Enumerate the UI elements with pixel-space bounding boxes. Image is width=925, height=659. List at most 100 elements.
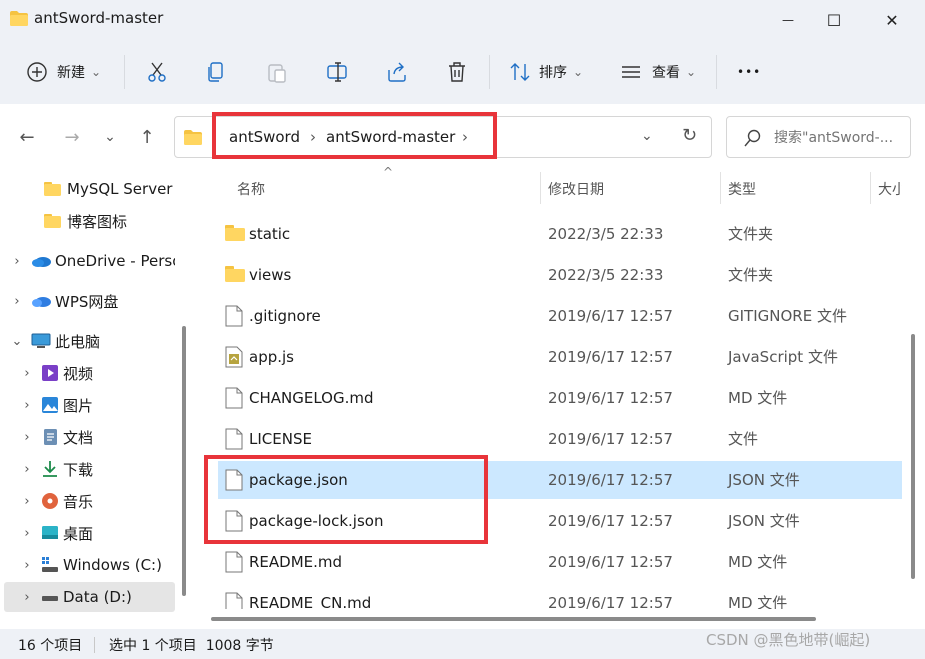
sidebar-item-windows-c[interactable]: › Windows (C:) bbox=[19, 552, 162, 578]
more-options-button[interactable]: ••• bbox=[737, 52, 761, 92]
file-name: static bbox=[249, 225, 291, 243]
chevron-right-icon[interactable]: › bbox=[19, 462, 35, 477]
file-row-static[interactable]: static 2022/3/5 22:33 文件夹 bbox=[218, 215, 902, 253]
file-type: MD 文件 bbox=[728, 389, 788, 407]
js-file-icon bbox=[225, 346, 243, 368]
back-button[interactable]: ← bbox=[12, 122, 42, 152]
cut-button[interactable] bbox=[146, 52, 168, 92]
chevron-right-icon[interactable]: › bbox=[9, 254, 25, 269]
sidebar-item-wps[interactable]: › WPS网盘 bbox=[9, 288, 118, 314]
column-header-size[interactable]: 大小 bbox=[878, 179, 902, 199]
breadcrumb-separator[interactable]: › bbox=[462, 128, 468, 146]
file-row-gitignore[interactable]: .gitignore 2019/6/17 12:57 GITIGNORE 文件 bbox=[218, 297, 902, 335]
file-row-readme[interactable]: README.md 2019/6/17 12:57 MD 文件 bbox=[218, 543, 902, 581]
sidebar-item-pictures[interactable]: › 图片 bbox=[19, 392, 93, 418]
chevron-right-icon[interactable]: › bbox=[19, 366, 35, 381]
chevron-right-icon[interactable]: › bbox=[19, 398, 35, 413]
sidebar-item-blog-icons[interactable]: 博客图标 bbox=[44, 208, 127, 234]
sidebar-item-mysql-server[interactable]: MySQL Server bbox=[44, 176, 172, 202]
divider bbox=[94, 637, 95, 653]
sidebar-item-this-pc[interactable]: ⌄ 此电脑 bbox=[9, 328, 100, 354]
breadcrumb-separator[interactable]: › bbox=[310, 128, 316, 146]
sidebar-scrollbar[interactable] bbox=[182, 326, 186, 596]
navigation-pane: MySQL Server 博客图标 › OneDrive - Perso › W… bbox=[0, 170, 190, 629]
download-icon bbox=[43, 461, 57, 477]
file-row-readme-cn[interactable]: README_CN.md 2019/6/17 12:57 MD 文件 bbox=[218, 584, 902, 609]
highlight-box bbox=[204, 455, 488, 544]
file-type: JSON 文件 bbox=[728, 471, 800, 489]
sidebar-item-label: 此电脑 bbox=[55, 332, 101, 351]
onedrive-cloud-icon bbox=[32, 257, 51, 267]
folder-icon bbox=[44, 214, 61, 228]
search-input[interactable] bbox=[774, 126, 906, 150]
divider bbox=[489, 55, 490, 89]
paste-button[interactable] bbox=[266, 52, 288, 92]
chevron-down-icon[interactable]: ⌄ bbox=[9, 334, 25, 349]
sort-label: 排序 bbox=[539, 65, 567, 81]
view-list-icon bbox=[622, 66, 640, 78]
sidebar-item-downloads[interactable]: › 下载 bbox=[19, 456, 93, 482]
sidebar-item-data-d[interactable]: › Data (D:) bbox=[19, 584, 132, 610]
file-row-changelog[interactable]: CHANGELOG.md 2019/6/17 12:57 MD 文件 bbox=[218, 379, 902, 417]
sidebar-item-videos[interactable]: › 视频 bbox=[19, 360, 93, 386]
chevron-down-icon: ⌄ bbox=[91, 65, 102, 79]
status-bar: 16 个项目 选中 1 个项目 1008 字节 CSDN @黑色地带(崛起) bbox=[0, 629, 925, 659]
folder-icon bbox=[225, 266, 245, 282]
address-history-dropdown[interactable]: ⌄ bbox=[641, 128, 653, 144]
new-button[interactable]: 新建 ⌄ bbox=[26, 52, 101, 92]
file-row-views[interactable]: views 2022/3/5 22:33 文件夹 bbox=[218, 256, 902, 294]
more-icon: ••• bbox=[737, 65, 762, 79]
view-button[interactable]: 查看 ⌄ bbox=[620, 52, 696, 92]
column-header-type[interactable]: 类型 bbox=[728, 179, 756, 199]
rename-button[interactable] bbox=[326, 52, 348, 92]
delete-button[interactable] bbox=[446, 52, 468, 92]
plus-circle-icon bbox=[27, 62, 47, 82]
file-type: JavaScript 文件 bbox=[728, 348, 838, 366]
file-type: 文件夹 bbox=[728, 266, 774, 284]
file-icon bbox=[225, 387, 243, 409]
sidebar-item-documents[interactable]: › 文档 bbox=[19, 424, 93, 450]
sort-button[interactable]: 排序 ⌄ bbox=[509, 52, 583, 92]
music-icon bbox=[42, 493, 58, 509]
minimize-button[interactable]: — bbox=[765, 0, 811, 40]
file-icon bbox=[225, 551, 243, 573]
vertical-scrollbar[interactable] bbox=[911, 334, 915, 579]
column-divider[interactable] bbox=[540, 172, 541, 204]
close-button[interactable]: ✕ bbox=[869, 0, 915, 40]
file-type: 文件夹 bbox=[728, 225, 774, 243]
up-button[interactable]: ↑ bbox=[132, 122, 162, 152]
breadcrumb-antsword[interactable]: antSword bbox=[229, 128, 300, 146]
chevron-right-icon[interactable]: › bbox=[19, 558, 35, 573]
column-header-date[interactable]: 修改日期 bbox=[548, 179, 604, 199]
arrow-left-icon: ← bbox=[19, 126, 35, 148]
chevron-right-icon[interactable]: › bbox=[19, 494, 35, 509]
column-divider[interactable] bbox=[720, 172, 721, 204]
sidebar-item-music[interactable]: › 音乐 bbox=[19, 488, 93, 514]
recent-locations-button[interactable]: ⌄ bbox=[95, 122, 125, 152]
folder-icon bbox=[44, 182, 61, 196]
file-name: LICENSE bbox=[249, 430, 312, 448]
chevron-right-icon[interactable]: › bbox=[19, 590, 35, 605]
maximize-button[interactable]: ☐ bbox=[811, 0, 857, 40]
window-title: antSword-master bbox=[34, 9, 164, 27]
copy-button[interactable] bbox=[205, 52, 227, 92]
column-divider[interactable] bbox=[870, 172, 871, 204]
sidebar-item-label: 博客图标 bbox=[67, 212, 128, 231]
refresh-icon[interactable]: ↻ bbox=[682, 125, 697, 146]
share-button[interactable] bbox=[386, 52, 408, 92]
column-header-name[interactable]: 名称 bbox=[237, 179, 265, 199]
copy-icon bbox=[208, 62, 223, 82]
file-date: 2022/3/5 22:33 bbox=[548, 266, 664, 284]
file-name: app.js bbox=[249, 348, 294, 366]
wps-cloud-icon bbox=[32, 297, 51, 307]
breadcrumb-antsword-master[interactable]: antSword-master bbox=[326, 128, 455, 146]
chevron-right-icon[interactable]: › bbox=[9, 294, 25, 309]
sidebar-item-desktop[interactable]: › 桌面 bbox=[19, 520, 93, 546]
sidebar-item-onedrive[interactable]: › OneDrive - Perso bbox=[9, 248, 175, 274]
forward-button[interactable]: → bbox=[57, 122, 87, 152]
horizontal-scrollbar[interactable] bbox=[211, 617, 816, 621]
chevron-right-icon[interactable]: › bbox=[19, 526, 35, 541]
chevron-right-icon[interactable]: › bbox=[19, 430, 35, 445]
file-row-app-js[interactable]: app.js 2019/6/17 12:57 JavaScript 文件 bbox=[218, 338, 902, 376]
file-row-license[interactable]: LICENSE 2019/6/17 12:57 文件 bbox=[218, 420, 902, 458]
